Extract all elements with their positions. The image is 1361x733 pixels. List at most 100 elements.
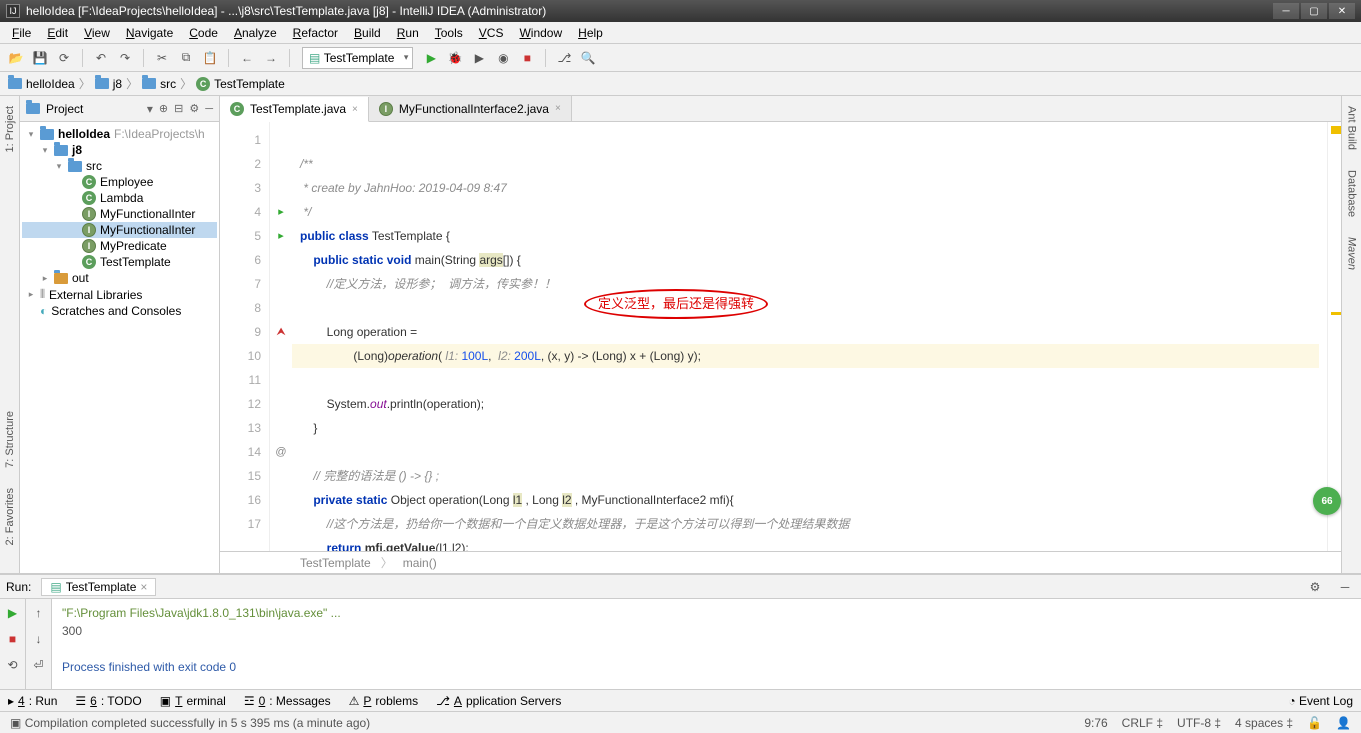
bottom-tab[interactable]: ⚠ Problems [349,694,418,708]
lock-icon[interactable]: 🔓 [1307,716,1322,730]
menu-navigate[interactable]: Navigate [118,24,181,42]
stop-button[interactable]: ■ [517,48,537,68]
menu-edit[interactable]: Edit [39,24,76,42]
editor-crumb[interactable]: TestTemplate [300,556,371,570]
bottom-tab[interactable]: ▸ 4: Run [8,694,57,708]
folder-icon [26,103,40,114]
project-sidebar: Project ▾ ⊕ ⊟ ⚙ ─ ▾helloIdea F:\IdeaProj… [20,96,220,573]
profile-button[interactable]: ◉ [493,48,513,68]
code-area[interactable]: /** * create by JahnHoo: 2019-04-09 8:47… [292,122,1327,551]
save-button[interactable]: 💾 [30,48,50,68]
sidebar-select-icon[interactable]: ⊟ [174,102,183,115]
sidebar-collapse-icon[interactable]: ⊕ [159,102,168,115]
close-icon[interactable]: × [352,104,358,115]
open-button[interactable]: 📂 [6,48,26,68]
tree-item[interactable]: IMyPredicate [22,238,217,254]
copy-button[interactable]: ⧉ [176,48,196,68]
up-button[interactable]: ↑ [29,603,49,623]
inspector-icon[interactable]: 👤 [1336,716,1351,730]
tree-item[interactable]: ▸out [22,270,217,286]
bottom-tab[interactable]: ☲ 0: Messages [244,694,331,708]
notification-badge[interactable]: 66 [1313,487,1341,515]
strip-project[interactable]: 1: Project [4,106,16,152]
bottom-tab[interactable]: ☰ 6: TODO [75,694,141,708]
coverage-button[interactable]: ▶ [469,48,489,68]
menu-window[interactable]: Window [511,24,570,42]
tree-item[interactable]: IMyFunctionalInter [22,222,217,238]
run-tab[interactable]: ▤ TestTemplate × [41,578,156,596]
menu-run[interactable]: Run [389,24,427,42]
back-button[interactable]: ← [237,48,257,68]
strip-favorites[interactable]: 2: Favorites [4,488,16,545]
code-editor[interactable]: 1234567891011121314151617 ▸▸⮝@ /** * cre… [220,122,1341,551]
run-hide-icon[interactable]: ─ [1335,577,1355,597]
sidebar-hide-icon[interactable]: ─ [205,103,213,115]
vcs-button[interactable]: ⎇ [554,48,574,68]
breadcrumb-item[interactable]: j8 [93,77,124,91]
rerun-button[interactable]: ▶ [3,603,23,623]
tree-item[interactable]: ▾src [22,158,217,174]
menu-file[interactable]: File [4,24,39,42]
strip-structure[interactable]: 7: Structure [4,411,16,468]
breadcrumb-item[interactable]: CTestTemplate [194,77,287,91]
console-output[interactable]: "F:\Program Files\Java\jdk1.8.0_131\bin\… [52,599,1361,689]
menu-vcs[interactable]: VCS [471,24,512,42]
cut-button[interactable]: ✂ [152,48,172,68]
run-settings-icon[interactable]: ⚙ [1305,577,1325,597]
forward-button[interactable]: → [261,48,281,68]
tree-item[interactable]: IMyFunctionalInter [22,206,217,222]
redo-button[interactable]: ↷ [115,48,135,68]
status-encoding[interactable]: UTF-8 ‡ [1177,716,1221,730]
bottom-tab[interactable]: ▣ Terminal [160,694,226,708]
wrap-button[interactable]: ⏎ [29,655,49,675]
status-eol[interactable]: CRLF ‡ [1122,716,1163,730]
menu-view[interactable]: View [76,24,118,42]
search-button[interactable]: 🔍 [578,48,598,68]
status-bar: ▣ Compilation completed successfully in … [0,711,1361,733]
tree-item[interactable]: ▾j8 [22,142,217,158]
menu-help[interactable]: Help [570,24,611,42]
down-button[interactable]: ↓ [29,629,49,649]
run-button[interactable]: ▶ [421,48,441,68]
breadcrumb-item[interactable]: helloIdea [6,77,77,91]
menu-refactor[interactable]: Refactor [285,24,346,42]
run-left-tools2: ↑ ↓ ⏎ [26,599,52,689]
strip-maven[interactable]: Maven [1346,237,1358,270]
run-config-combo[interactable]: ▤ TestTemplate [302,47,413,69]
refresh-button[interactable]: ⟳ [54,48,74,68]
undo-button[interactable]: ↶ [91,48,111,68]
bottom-tab[interactable]: ⎇ Application Servers [436,694,561,708]
close-icon[interactable]: × [555,103,561,114]
menu-tools[interactable]: Tools [427,24,471,42]
minimize-button[interactable]: ─ [1273,3,1299,19]
tree-item[interactable]: ◐Scratches and Consoles [22,303,217,319]
breadcrumb-item[interactable]: src [140,77,178,91]
tree-item[interactable]: CTestTemplate [22,254,217,270]
event-log[interactable]: ◔ Event Log [1288,694,1353,708]
tree-item[interactable]: CEmployee [22,174,217,190]
strip-ant[interactable]: Ant Build [1346,106,1358,150]
maximize-button[interactable]: ▢ [1301,3,1327,19]
menu-code[interactable]: Code [181,24,226,42]
restart-button[interactable]: ⟲ [3,655,23,675]
status-indent[interactable]: 4 spaces ‡ [1235,716,1293,730]
menu-build[interactable]: Build [346,24,389,42]
tree-item[interactable]: ▾helloIdea F:\IdeaProjects\h [22,126,217,142]
strip-database[interactable]: Database [1346,170,1358,217]
editor-tab[interactable]: CTestTemplate.java× [220,97,369,122]
sidebar-dropdown-icon[interactable]: ▾ [147,102,153,116]
tree-item[interactable]: CLambda [22,190,217,206]
menu-analyze[interactable]: Analyze [226,24,285,42]
editor-tab[interactable]: IMyFunctionalInterface2.java× [369,96,572,121]
stop-run-button[interactable]: ■ [3,629,23,649]
status-position[interactable]: 9:76 [1084,716,1107,730]
debug-button[interactable]: 🐞 [445,48,465,68]
close-icon[interactable]: × [140,580,147,594]
right-tool-strip: Ant Build Database Maven [1341,96,1361,573]
editor-crumb[interactable]: main() [403,556,437,570]
status-icon[interactable]: ▣ [10,716,21,730]
close-button[interactable]: ✕ [1329,3,1355,19]
sidebar-settings-icon[interactable]: ⚙ [189,102,199,115]
tree-item[interactable]: ▸⫴External Libraries [22,286,217,303]
paste-button[interactable]: 📋 [200,48,220,68]
